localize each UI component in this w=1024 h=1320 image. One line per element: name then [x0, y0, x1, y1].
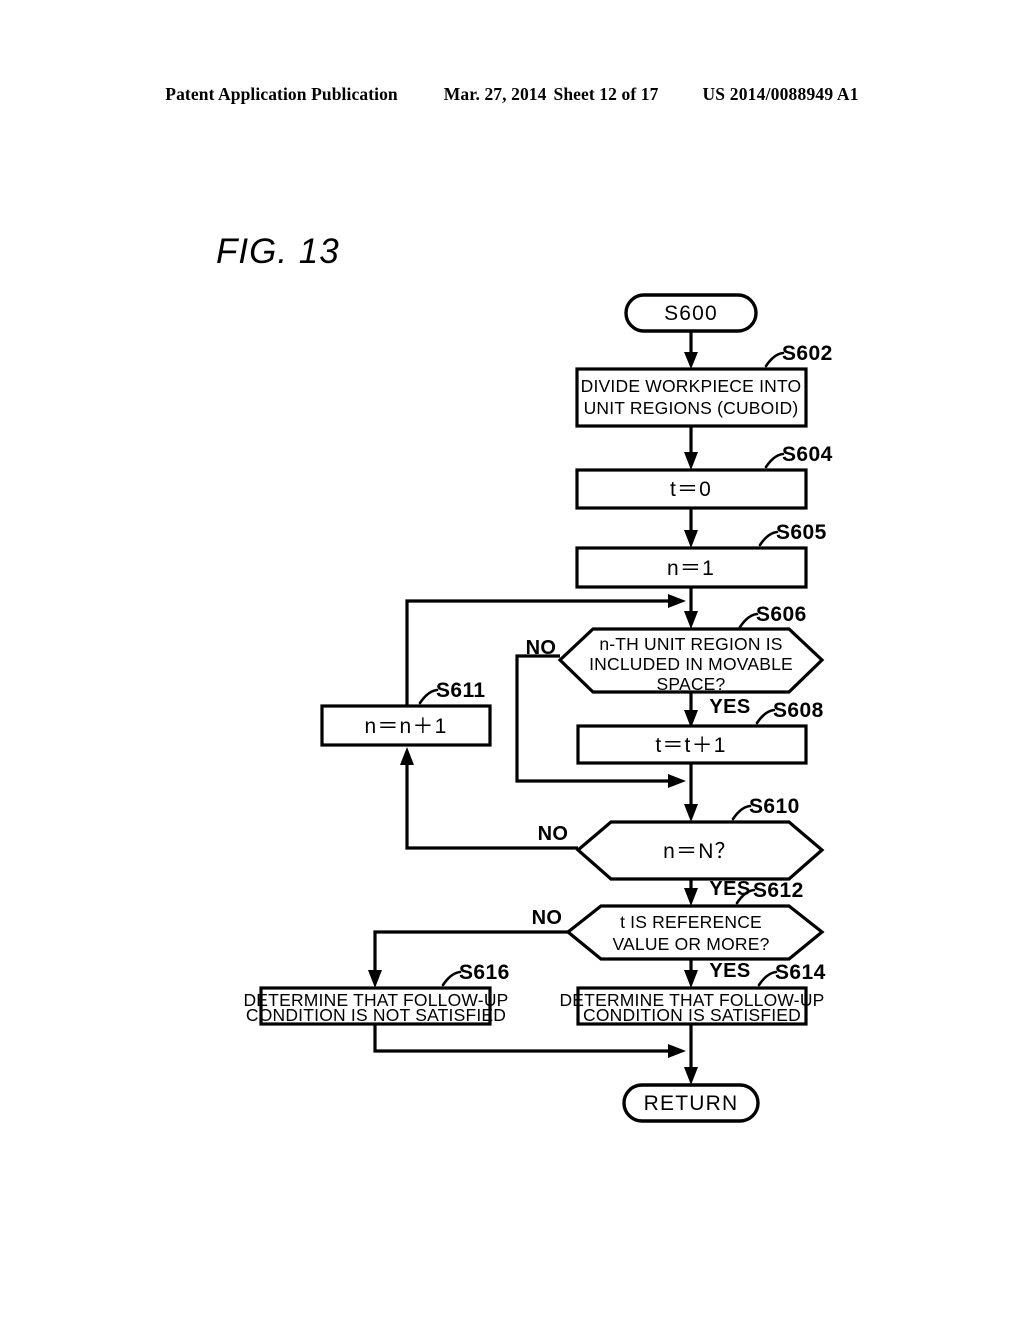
node-s602[interactable]: DIVIDE WORKPIECE INTO UNIT REGIONS (CUBO… [575, 367, 808, 428]
arrowhead-s616-return [668, 1044, 686, 1058]
leader-s605 [758, 530, 779, 547]
node-s616[interactable]: DETERMINE THAT FOLLOW-UP CONDITION IS NO… [243, 986, 508, 1026]
step-label-s608: S608 [773, 699, 824, 722]
arrowhead-s610-s612 [684, 888, 698, 906]
node-s605[interactable]: n＝1 [575, 546, 808, 589]
node-s605-label: n＝1 [667, 557, 715, 580]
node-s604[interactable]: t＝0 [575, 468, 808, 510]
branch-label-s606-no: NO [526, 637, 557, 659]
node-s610-label: n＝N？ [663, 840, 737, 863]
arrowhead-s605-s606 [684, 611, 698, 629]
node-s611-label: n＝n＋1 [364, 715, 447, 738]
node-s612-line1: t IS REFERENCE [620, 912, 762, 932]
node-s608-label: t＝t＋1 [655, 734, 726, 757]
node-s606-line3: SPACE? [657, 674, 726, 694]
patent-figure-page: Patent Application Publication Mar. 27, … [0, 0, 1024, 1320]
arrowhead-s604-s605 [684, 530, 698, 548]
step-label-s605: S605 [776, 521, 827, 544]
node-s600[interactable]: S600 [624, 293, 758, 333]
arrowhead-s611-s606 [668, 594, 686, 608]
leader-s602 [764, 351, 785, 368]
node-s604-label: t＝0 [670, 478, 712, 501]
leader-s606 [738, 612, 759, 629]
branch-label-s606-yes: YES [709, 696, 750, 718]
node-s606-line1: n-TH UNIT REGION IS [599, 634, 782, 654]
step-label-s604: S604 [782, 443, 833, 466]
arrowhead-s614-return [684, 1067, 698, 1085]
step-label-s612: S612 [753, 879, 804, 902]
branch-label-s610-no: NO [538, 823, 569, 845]
arrowhead-s606-no [668, 774, 686, 788]
node-s611[interactable]: n＝n＋1 [320, 704, 492, 747]
node-s606[interactable]: n-TH UNIT REGION IS INCLUDED IN MOVABLE … [557, 627, 825, 694]
step-label-s611: S611 [436, 679, 486, 702]
step-label-s606: S606 [756, 603, 807, 626]
node-return[interactable]: RETURN [622, 1083, 760, 1123]
arrowhead-s612-s616 [368, 970, 382, 988]
node-s610[interactable]: n＝N？ [575, 820, 825, 881]
node-s608[interactable]: t＝t＋1 [576, 724, 808, 765]
node-s614-line2: CONDITION IS SATISFIED [583, 1005, 801, 1025]
step-label-s610: S610 [749, 795, 800, 818]
edge-s616-return [373, 1024, 676, 1053]
branch-label-s612-no: NO [532, 907, 563, 929]
leader-s604 [764, 452, 785, 469]
step-label-s616: S616 [459, 961, 510, 984]
leader-s610 [731, 804, 752, 821]
node-s602-line2: UNIT REGIONS (CUBOID) [584, 398, 799, 418]
arrowhead-s608-s610 [684, 804, 698, 822]
node-s606-line2: INCLUDED IN MOVABLE [589, 654, 793, 674]
leader-s611 [418, 688, 439, 705]
node-return-label: RETURN [644, 1092, 739, 1115]
leader-s614 [757, 970, 778, 987]
arrowhead-s600-s602 [684, 352, 698, 369]
branch-label-s610-yes: YES [709, 878, 750, 900]
node-s602-line1: DIVIDE WORKPIECE INTO [581, 376, 802, 396]
step-label-s602: S602 [782, 342, 833, 365]
node-s612-line2: VALUE OR MORE? [612, 934, 769, 954]
arrowhead-s612-s614 [684, 970, 698, 988]
node-s614[interactable]: DETERMINE THAT FOLLOW-UP CONDITION IS SA… [559, 986, 824, 1026]
node-s616-line2: CONDITION IS NOT SATISFIED [246, 1005, 506, 1025]
flowchart: S600 DIVIDE WORKPIECE INTO UNIT REGIONS … [0, 0, 1024, 1320]
node-s612[interactable]: t IS REFERENCE VALUE OR MORE? [565, 904, 825, 961]
branch-label-s612-yes: YES [709, 960, 750, 982]
arrowhead-s602-s604 [684, 452, 698, 470]
node-s600-label: S600 [664, 302, 718, 325]
arrowhead-s610-s611 [400, 747, 414, 765]
leader-s608 [755, 708, 776, 725]
leader-s616 [441, 970, 462, 987]
step-label-s614: S614 [775, 961, 826, 984]
